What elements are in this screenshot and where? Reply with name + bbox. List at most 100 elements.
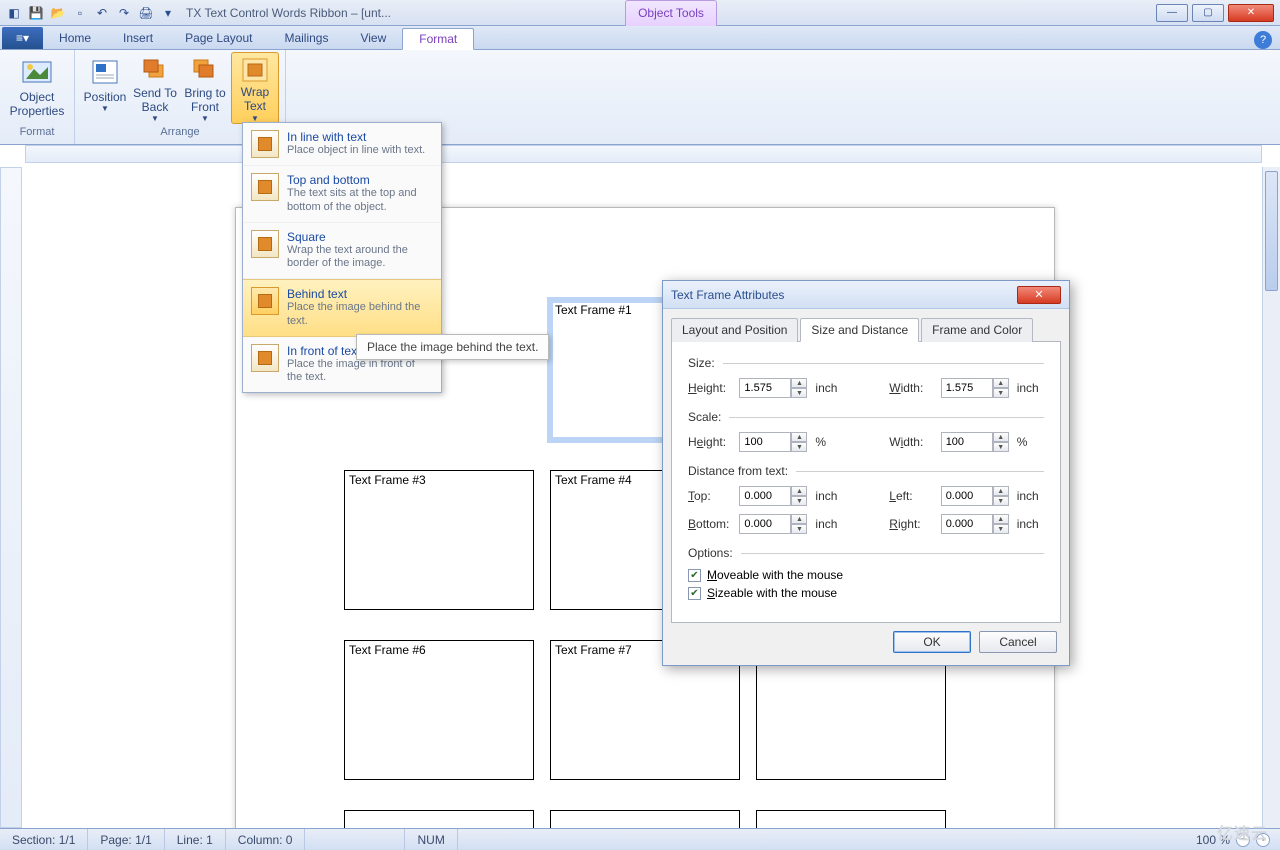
tab-view[interactable]: View [344,27,402,49]
size-height-spinner[interactable]: ▲▼ [739,378,807,398]
document-canvas[interactable]: Text Frame #1 Text Frame #3 Text Frame #… [25,167,1262,828]
text-frame-3[interactable]: Text Frame #3 [344,470,534,610]
redo-icon[interactable]: ↷ [114,3,134,23]
vertical-ruler[interactable] [0,167,22,828]
text-frame-label: Text Frame #7 [555,643,632,657]
wrap-option-0[interactable]: In line with text Place object in line w… [243,123,441,166]
spin-up-icon[interactable]: ▲ [993,378,1009,388]
dialog-tab-frame-color[interactable]: Frame and Color [921,318,1033,342]
spin-down-icon[interactable]: ▼ [993,496,1009,506]
spin-down-icon[interactable]: ▼ [791,524,807,534]
spin-down-icon[interactable]: ▼ [791,388,807,398]
distance-legend: Distance from text: [688,464,788,478]
dist-right-spinner[interactable]: ▲▼ [941,514,1009,534]
spin-down-icon[interactable]: ▼ [993,442,1009,452]
maximize-button[interactable]: ▢ [1192,4,1224,22]
size-height-input[interactable] [739,378,791,398]
cancel-button[interactable]: Cancel [979,631,1057,653]
watermark: 亿速云 [1217,820,1268,844]
scale-height-spinner[interactable]: ▲▼ [739,432,807,452]
spin-down-icon[interactable]: ▼ [993,524,1009,534]
object-properties-icon [21,56,53,88]
tab-home[interactable]: Home [43,27,107,49]
dist-left-input[interactable] [941,486,993,506]
dist-bottom-spinner[interactable]: ▲▼ [739,514,807,534]
new-icon[interactable]: ▫ [70,3,90,23]
wrap-text-button[interactable]: Wrap Text ▼ [231,52,279,124]
scrollbar-thumb[interactable] [1265,171,1278,291]
tab-format[interactable]: Format [402,28,474,50]
spin-up-icon[interactable]: ▲ [791,432,807,442]
position-button[interactable]: Position ▼ [81,52,129,124]
spin-down-icon[interactable]: ▼ [791,442,807,452]
send-to-back-button[interactable]: Send To Back ▼ [131,52,179,124]
text-frame-9[interactable] [344,810,534,828]
object-properties-button[interactable]: Object Properties [6,52,68,124]
minimize-button[interactable]: — [1156,4,1188,22]
tab-insert[interactable]: Insert [107,27,169,49]
scale-width-spinner[interactable]: ▲▼ [941,432,1009,452]
scale-height-input[interactable] [739,432,791,452]
text-frame-label: Text Frame #6 [349,643,426,657]
save-icon[interactable]: 💾 [26,3,46,23]
tab-mailings[interactable]: Mailings [268,27,344,49]
dist-left-spinner[interactable]: ▲▼ [941,486,1009,506]
tab-page-layout[interactable]: Page Layout [169,27,268,49]
dialog-tab-layout[interactable]: Layout and Position [671,318,798,342]
spin-up-icon[interactable]: ▲ [791,486,807,496]
dist-bottom-input[interactable] [739,514,791,534]
spin-down-icon[interactable]: ▼ [791,496,807,506]
object-properties-label: Object Properties [10,90,65,119]
wrap-option-1[interactable]: Top and bottom The text sits at the top … [243,166,441,223]
scale-width-input[interactable] [941,432,993,452]
dist-right-input[interactable] [941,514,993,534]
dropdown-arrow-icon: ▼ [201,114,209,124]
file-tab[interactable]: ≡▾ [2,27,43,49]
text-frame-6[interactable]: Text Frame #6 [344,640,534,780]
wrap-option-2[interactable]: Square Wrap the text around the border o… [243,223,441,280]
spin-up-icon[interactable]: ▲ [791,378,807,388]
bring-to-front-icon [189,56,221,84]
text-frame-10[interactable] [550,810,740,828]
vertical-scrollbar[interactable] [1262,167,1280,828]
size-width-input[interactable] [941,378,993,398]
spin-up-icon[interactable]: ▲ [791,514,807,524]
text-frame-11[interactable] [756,810,946,828]
spin-up-icon[interactable]: ▲ [993,514,1009,524]
fieldset-scale: Scale: Height: ▲▼ % Width: ▲▼ % [688,410,1044,452]
spin-down-icon[interactable]: ▼ [993,388,1009,398]
dist-top-input[interactable] [739,486,791,506]
scale-legend: Scale: [688,410,721,424]
spin-up-icon[interactable]: ▲ [993,432,1009,442]
dialog-titlebar[interactable]: Text Frame Attributes ✕ [663,281,1069,309]
ribbon-group-format: Object Properties Format [0,50,75,144]
context-tab-object-tools[interactable]: Object Tools [625,0,717,26]
text-frame-label: Text Frame #1 [555,303,632,317]
ok-button[interactable]: OK [893,631,971,653]
bring-to-front-button[interactable]: Bring to Front ▼ [181,52,229,124]
status-page: Page: 1/1 [88,829,164,850]
undo-icon[interactable]: ↶ [92,3,112,23]
horizontal-ruler[interactable] [25,145,1262,163]
checkbox-icon: ✔ [688,569,701,582]
moveable-checkbox[interactable]: ✔Moveable with the mouse [688,568,1044,582]
ribbon: Object Properties Format Position ▼ Send… [0,50,1280,145]
dialog-tab-size-distance[interactable]: Size and Distance [800,318,919,342]
spin-up-icon[interactable]: ▲ [993,486,1009,496]
help-button[interactable]: ? [1254,31,1272,49]
left-label: Left: [889,489,932,503]
ribbon-tabs: ≡▾ Home Insert Page Layout Mailings View… [0,26,1280,50]
open-icon[interactable]: 📂 [48,3,68,23]
wrap-option-3[interactable]: Behind text Place the image behind the t… [243,279,441,337]
sizeable-checkbox[interactable]: ✔Sizeable with the mouse [688,586,1044,600]
qat-dropdown-icon[interactable]: ▾ [158,3,178,23]
close-button[interactable]: ✕ [1228,4,1274,22]
wrap-option-icon [251,130,279,158]
dist-top-spinner[interactable]: ▲▼ [739,486,807,506]
print-icon[interactable]: 🖨 [136,3,156,23]
app-icon[interactable]: ◧ [4,3,24,23]
dialog-close-button[interactable]: ✕ [1017,286,1061,304]
wrap-option-title: Top and bottom [287,173,433,187]
send-to-back-label: Send To Back [133,86,177,115]
size-width-spinner[interactable]: ▲▼ [941,378,1009,398]
